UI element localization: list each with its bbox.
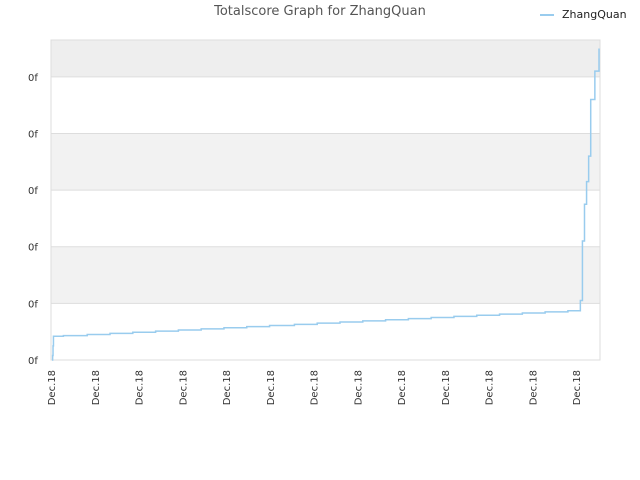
x-tick-label: Dec.18 <box>485 370 496 405</box>
grid-band <box>51 133 600 191</box>
x-tick-label: Dec.18 <box>135 370 146 405</box>
y-tick-label: 0f <box>28 129 38 140</box>
y-tick-label: 0f <box>28 356 38 367</box>
grid-band-top <box>51 40 600 77</box>
x-tick-label: Dec.18 <box>47 370 58 405</box>
y-tick-label: 0f <box>28 186 38 197</box>
y-tick-label: 0f <box>28 73 38 84</box>
x-tick-label: Dec.18 <box>353 370 364 405</box>
x-tick-label: Dec.18 <box>310 370 321 405</box>
x-tick-label: Dec.18 <box>178 370 189 405</box>
x-tick-label: Dec.18 <box>266 370 277 405</box>
y-tick-label: 0f <box>28 243 38 254</box>
x-tick-label: Dec.18 <box>572 370 583 405</box>
y-tick-label: 0f <box>28 299 38 310</box>
x-tick-label: Dec.18 <box>528 370 539 405</box>
x-tick-label: Dec.18 <box>91 370 102 405</box>
grid-band <box>51 190 600 247</box>
plot-area: 0f 0f 0f 0f 0f 0f Dec.18 Dec.18 Dec.18 Dec.18 Dec.… <box>28 39 601 405</box>
x-tick-label: Dec.18 <box>441 370 452 405</box>
grid-band <box>51 246 600 304</box>
x-tick-label: Dec.18 <box>397 370 408 405</box>
grid-band <box>51 76 600 134</box>
x-tick-label: Dec.18 <box>222 370 233 405</box>
